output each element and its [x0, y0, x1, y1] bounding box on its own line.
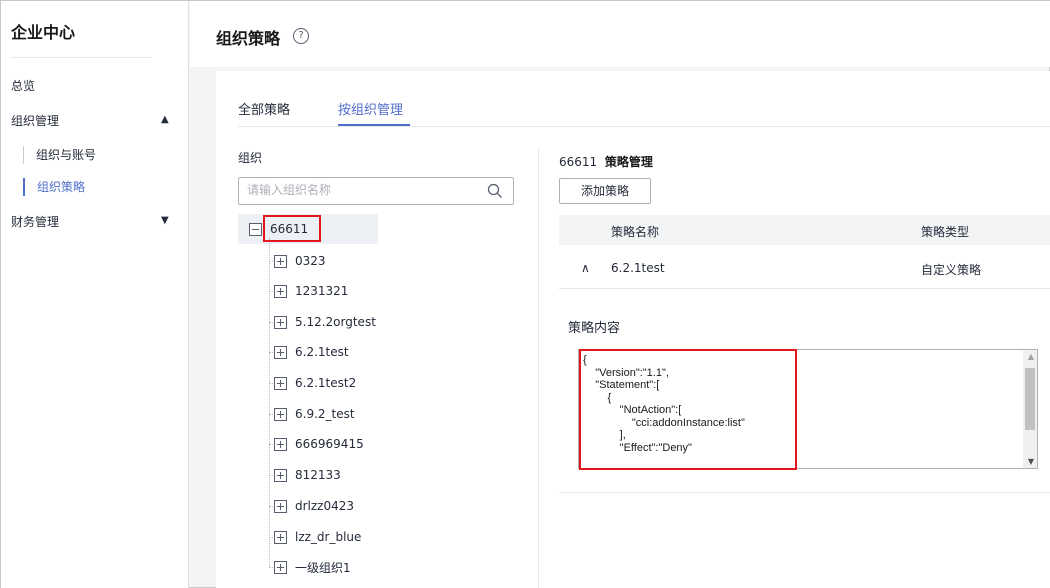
scrollbar-thumb[interactable]	[1025, 368, 1035, 430]
tree-node-label[interactable]: 5.12.2orgtest	[295, 315, 376, 329]
code-highlight-box	[579, 349, 797, 470]
org-search-input[interactable]	[247, 183, 477, 197]
chevron-up-icon[interactable]: ∧	[581, 261, 590, 275]
tree-node-label[interactable]: drlzz0423	[295, 499, 354, 513]
tree-node-label[interactable]: 6.9.2_test	[295, 407, 355, 421]
tree-node[interactable]: 5.12.2orgtest	[274, 312, 376, 332]
tree-node-label[interactable]: 一级组织1	[295, 559, 351, 576]
chevron-down-icon[interactable]: ▼	[161, 215, 169, 226]
tree-node-label[interactable]: 1231321	[295, 284, 348, 298]
collapse-icon[interactable]	[249, 222, 262, 236]
scroll-up-icon[interactable]: ▲	[1028, 352, 1034, 361]
expand-icon[interactable]	[274, 499, 287, 513]
app-frame: 企业中心 总览 组织管理 ▲ 组织与账号 组织策略 财务管理 ▼ 组织策略 ? …	[0, 0, 1050, 588]
tree-connector	[269, 238, 270, 568]
expand-icon[interactable]	[274, 254, 287, 268]
expand-icon[interactable]	[274, 315, 287, 329]
policy-type: 自定义策略	[921, 263, 982, 277]
policy-content-label: 策略内容	[568, 321, 621, 336]
tree-node[interactable]: 812133	[274, 465, 341, 485]
tab-by-org[interactable]: 按组织管理	[338, 99, 403, 118]
tree-node[interactable]: drlzz0423	[274, 496, 354, 516]
tree-node-label[interactable]: 6.2.1test2	[295, 376, 356, 390]
org-id: 66611	[559, 155, 598, 169]
policy-mgmt-label: 策略管理	[604, 155, 653, 169]
tab-divider	[238, 126, 1050, 127]
sidebar-item-org-accounts[interactable]: 组织与账号	[23, 146, 96, 164]
column-header-policy-name: 策略名称	[611, 225, 660, 239]
tree-node-label[interactable]: 6.2.1test	[295, 345, 349, 359]
expand-icon[interactable]	[274, 468, 287, 482]
tree-node-label[interactable]: lzz_dr_blue	[295, 530, 361, 544]
page-header: 组织策略 ?	[190, 1, 1050, 67]
policy-name: 6.2.1test	[611, 261, 665, 275]
help-icon[interactable]: ?	[293, 28, 309, 44]
sidebar-item-finance[interactable]: 财务管理	[11, 213, 59, 230]
active-tab-indicator	[338, 124, 410, 126]
root-highlight-box	[263, 215, 321, 242]
expand-icon[interactable]	[274, 407, 287, 421]
expand-icon[interactable]	[274, 284, 287, 298]
expand-icon[interactable]	[274, 437, 287, 451]
org-search-box	[238, 177, 514, 205]
section-divider	[559, 492, 1050, 493]
tree-node[interactable]: 6.2.1test2	[274, 373, 356, 393]
sidebar: 企业中心 总览 组织管理 ▲ 组织与账号 组织策略 财务管理 ▼	[1, 1, 189, 588]
column-header-policy-type: 策略类型	[921, 225, 970, 239]
page-title: 组织策略	[216, 29, 281, 48]
chevron-up-icon[interactable]: ▲	[161, 114, 169, 125]
org-label: 组织	[238, 151, 263, 165]
tab-all-policies[interactable]: 全部策略	[238, 99, 290, 118]
expand-icon[interactable]	[274, 376, 287, 390]
policy-table-header: 策略名称 策略类型	[559, 215, 1050, 245]
tree-node[interactable]: 6.9.2_test	[274, 404, 355, 424]
tree-node[interactable]: 一级组织1	[274, 557, 351, 577]
tree-node-label[interactable]: 666969415	[295, 437, 364, 451]
tree-node[interactable]: 666969415	[274, 434, 364, 454]
tree-node[interactable]: 1231321	[274, 281, 348, 301]
sidebar-divider	[11, 57, 151, 58]
table-row[interactable]: ∧ 6.2.1test 自定义策略	[559, 245, 1050, 289]
add-policy-button[interactable]: 添加策略	[559, 178, 651, 204]
main-panel: 全部策略 按组织管理 组织 66611 0323 123	[216, 71, 1050, 588]
expand-icon[interactable]	[274, 345, 287, 359]
tree-node-label[interactable]: 812133	[295, 468, 341, 482]
sidebar-item-org-management[interactable]: 组织管理	[11, 112, 59, 129]
expand-icon[interactable]	[274, 560, 287, 574]
tree-node[interactable]: 0323	[274, 251, 326, 271]
expand-icon[interactable]	[274, 530, 287, 544]
policy-mgmt-title: 66611 策略管理	[559, 153, 653, 170]
tree-node[interactable]: lzz_dr_blue	[274, 527, 361, 547]
tree-node-label[interactable]: 0323	[295, 254, 326, 268]
tree-node[interactable]: 6.2.1test	[274, 342, 349, 362]
sidebar-item-org-policies[interactable]: 组织策略	[23, 178, 85, 196]
search-icon[interactable]	[487, 183, 503, 199]
sidebar-title: 企业中心	[11, 23, 76, 42]
scrollbar[interactable]: ▲ ▼	[1023, 350, 1037, 468]
scroll-down-icon[interactable]: ▼	[1028, 457, 1034, 466]
vertical-divider	[538, 149, 539, 588]
sidebar-item-overview[interactable]: 总览	[11, 77, 35, 94]
